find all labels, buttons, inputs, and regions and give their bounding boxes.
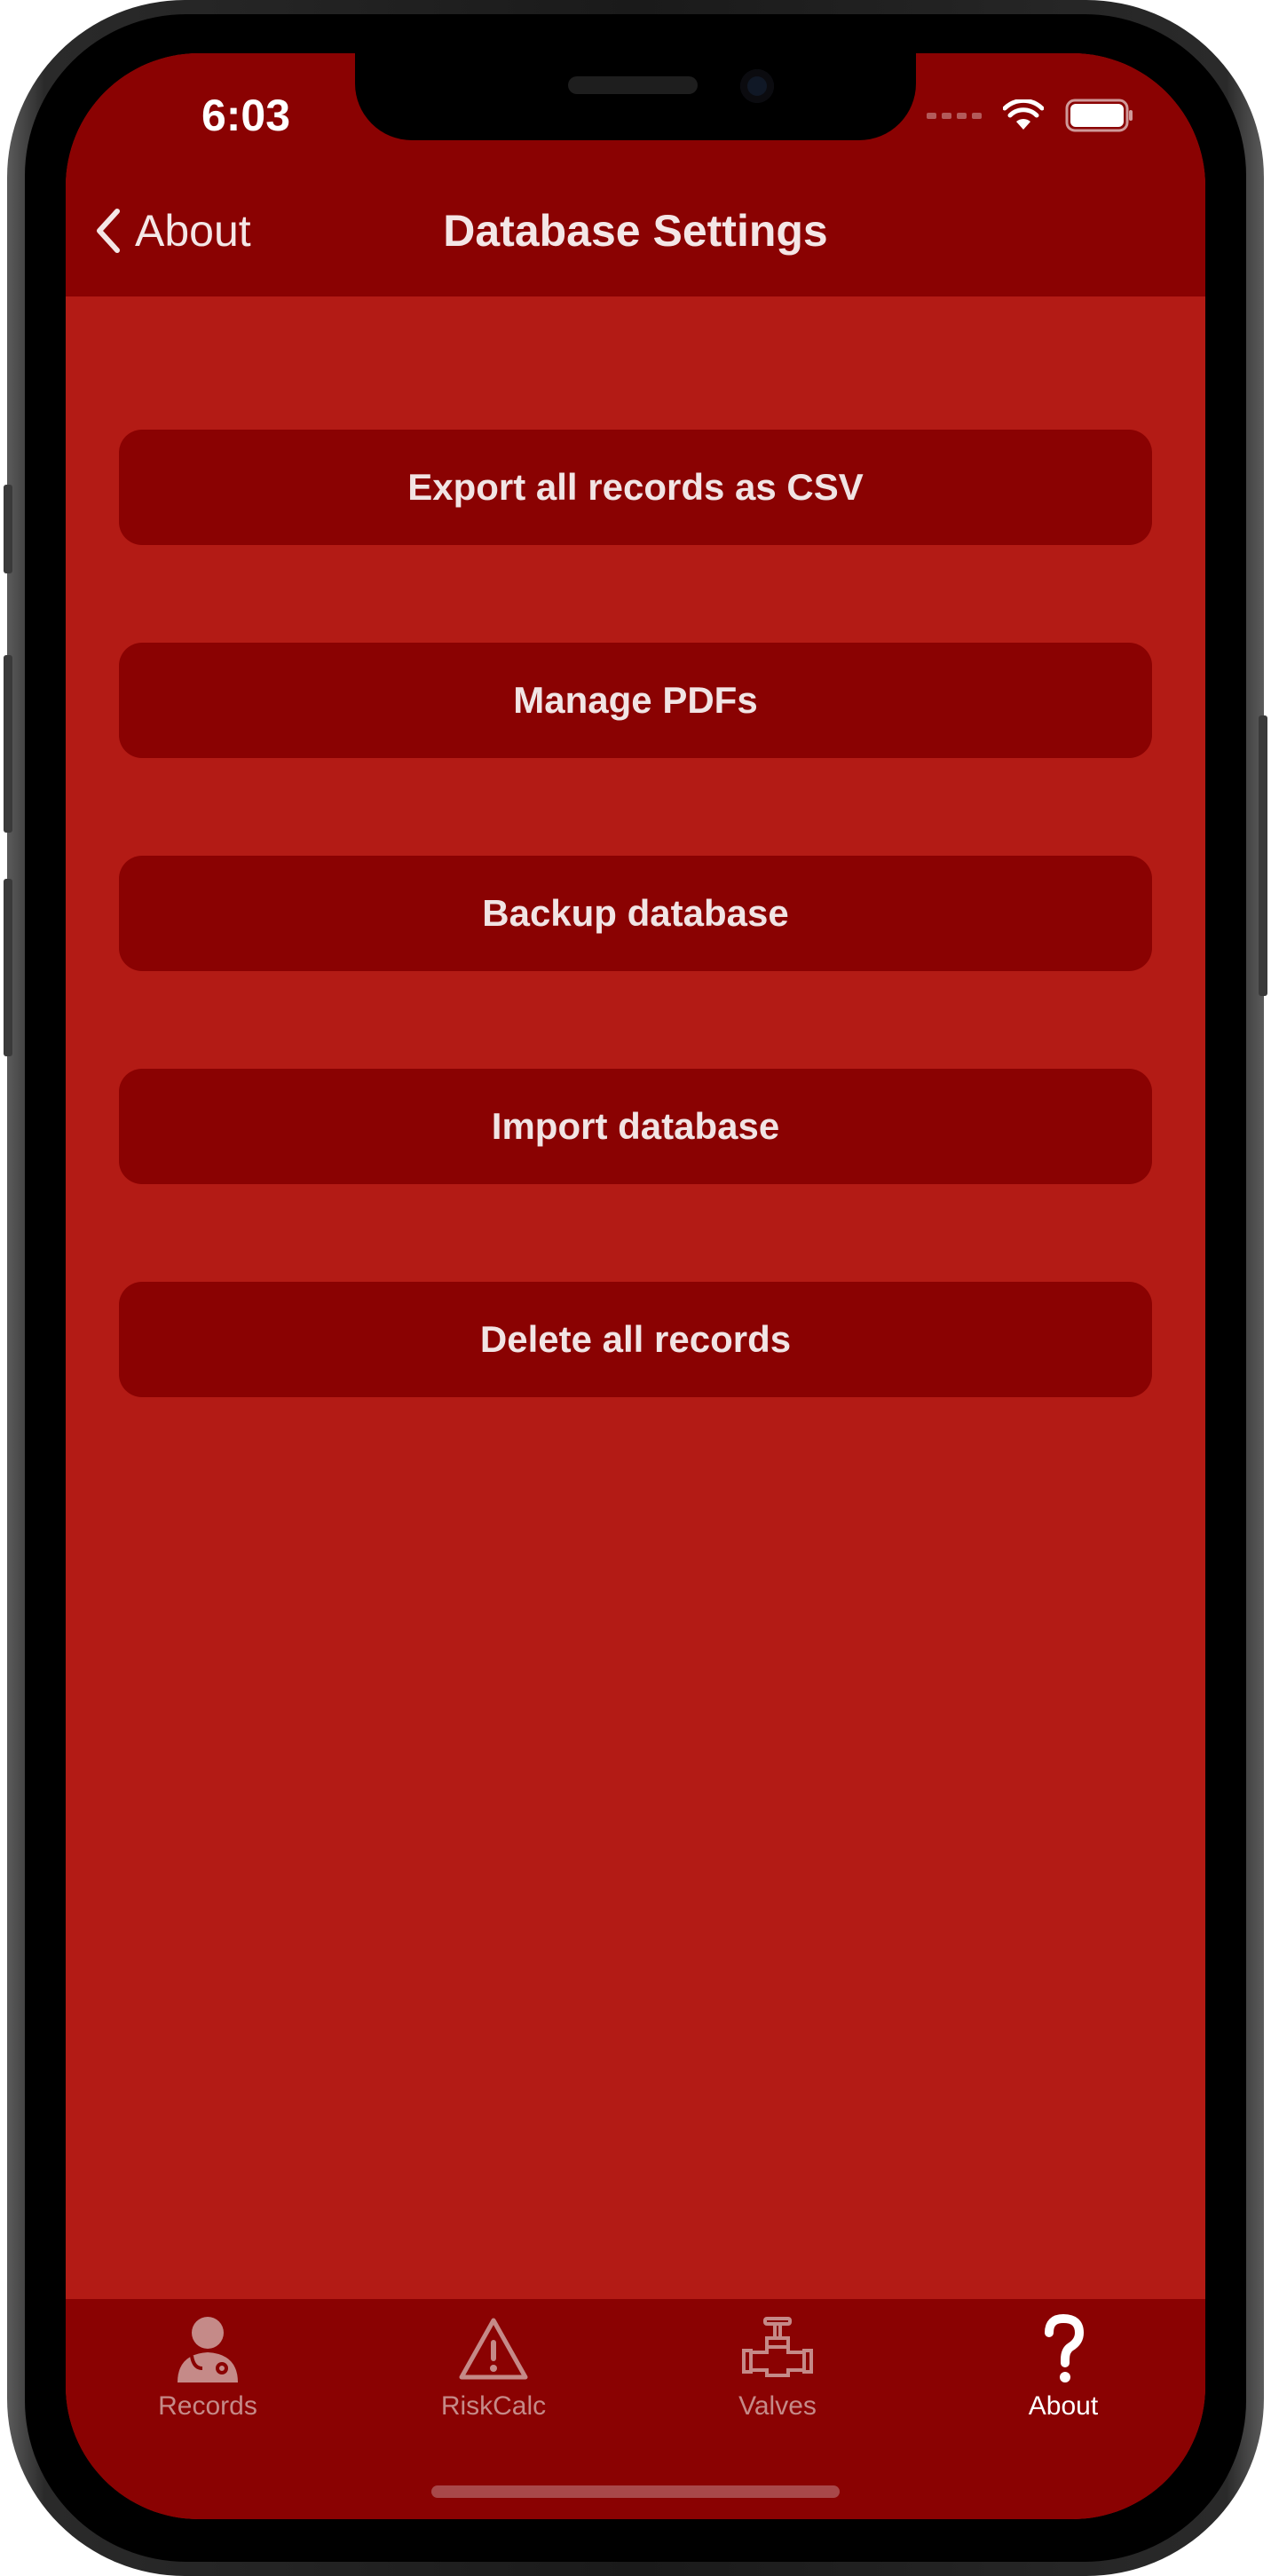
action-list: Export all records as CSV Manage PDFs Ba… [119,430,1152,1495]
backup-database-button[interactable]: Backup database [119,856,1152,971]
front-camera [740,69,774,103]
status-icons [927,98,1134,133]
question-icon [1045,2313,1085,2382]
notch [355,53,916,140]
speaker [568,76,698,94]
wifi-icon [1003,99,1044,130]
tab-riskcalc[interactable]: RiskCalc [387,2313,600,2446]
navigation-header: 6:03 About Database Settings [66,53,1205,296]
delete-all-records-button[interactable]: Delete all records [119,1282,1152,1397]
status-time: 6:03 [201,91,291,140]
tab-records-label: Records [158,2391,257,2421]
home-indicator[interactable] [431,2485,840,2498]
cellular-signal-icon [927,112,982,119]
tab-records[interactable]: Records [101,2313,314,2446]
doctor-icon [178,2317,238,2382]
valve-icon [742,2317,813,2377]
page-title: Database Settings [443,206,828,256]
screen: 6:03 About Database Settings Export all … [66,53,1205,2519]
tab-valves[interactable]: Valves [671,2313,884,2446]
tab-riskcalc-label: RiskCalc [440,2391,547,2421]
warning-icon [459,2318,528,2380]
export-csv-button[interactable]: Export all records as CSV [119,430,1152,545]
volume-up-button [4,655,12,833]
power-button [1259,715,1267,996]
volume-down-button [4,879,12,1056]
tab-about-label: About [1028,2391,1099,2421]
silent-switch [4,485,12,573]
tab-valves-label: Valves [738,2391,817,2421]
tab-about[interactable]: About [957,2313,1170,2446]
battery-icon [1065,99,1133,132]
manage-pdfs-button[interactable]: Manage PDFs [119,643,1152,758]
import-database-button[interactable]: Import database [119,1069,1152,1184]
